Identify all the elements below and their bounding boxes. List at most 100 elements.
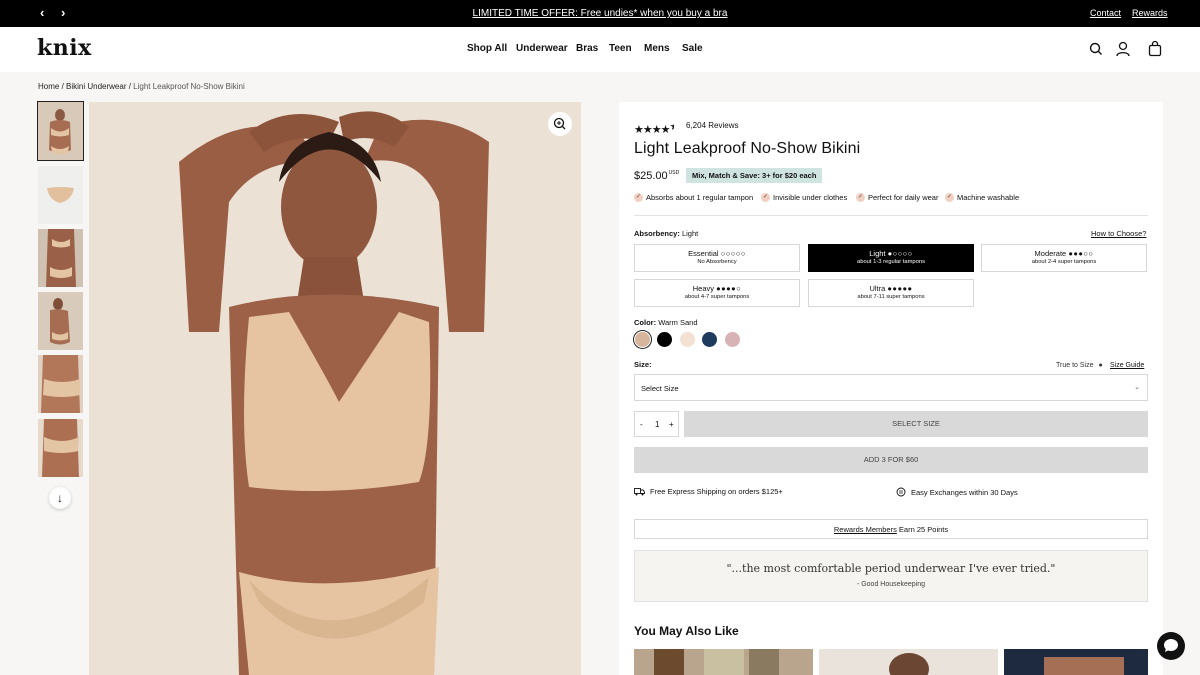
absorbency-option-light[interactable]: Light ●○○○○ about 1-3 regular tampons (808, 244, 974, 272)
quote-text: "...the most comfortable period underwea… (726, 562, 1056, 575)
color-swatch-black[interactable] (657, 332, 672, 347)
thumbnail-1[interactable] (37, 101, 84, 161)
thumbnail-4[interactable] (38, 292, 83, 350)
nav-teen[interactable]: Teen (609, 43, 632, 54)
add-3-button[interactable]: ADD 3 FOR $60 (634, 447, 1148, 473)
option-name: Light (869, 249, 886, 258)
chevron-down-icon: ⌄ (1134, 384, 1140, 391)
size-select-value: Select Size (641, 384, 679, 393)
rewards-members-link[interactable]: Rewards Members (834, 525, 897, 534)
rewards-banner: Rewards Members Earn 25 Points (634, 519, 1148, 539)
option-sub: No Absorbency (697, 259, 737, 265)
site-header: knix Shop All Underwear Bras Teen Mens S… (0, 27, 1200, 72)
exchange-info: Easy Exchanges within 30 Days (896, 487, 1018, 497)
color-swatch-warm-sand[interactable] (635, 332, 650, 347)
true-to-size-text: True to Size (1056, 362, 1094, 369)
option-name: Essential (688, 249, 719, 258)
product-title: Light Leakproof No-Show Bikini (634, 140, 861, 157)
how-to-choose-link[interactable]: How to Choose? (1091, 229, 1146, 238)
feature-item: ✓ Machine washable (945, 193, 1019, 202)
quantity-stepper: - 1 + (634, 411, 679, 437)
option-sub: about 2-4 super tampons (1031, 259, 1097, 265)
absorbency-label: Absorbency: Light (634, 229, 698, 238)
press-quote: "...the most comfortable period underwea… (634, 550, 1148, 602)
chat-button[interactable] (1157, 632, 1185, 660)
absorbency-option-moderate[interactable]: Moderate ●●●○○ about 2-4 super tampons (981, 244, 1147, 272)
nav-mens[interactable]: Mens (644, 43, 670, 54)
color-label-key: Color: (634, 318, 657, 327)
color-swatch-rose[interactable] (725, 332, 740, 347)
option-sub: about 4-7 super tampons (684, 294, 750, 300)
zoom-button[interactable] (548, 112, 572, 136)
feature-text: Machine washable (957, 193, 1020, 202)
drop-icons: ●○○○○ (887, 249, 913, 258)
account-icon[interactable] (1114, 40, 1132, 58)
nav-sale[interactable]: Sale (682, 43, 703, 54)
rewards-points-text: Earn 25 Points (896, 525, 949, 534)
absorbency-label-key: Absorbency: (634, 229, 680, 238)
promo-offer-link[interactable]: LIMITED TIME OFFER: Free undies* when yo… (0, 8, 1200, 19)
absorbency-option-essential[interactable]: Essential ○○○○○ No Absorbency (634, 244, 800, 272)
drop-icons: ●●●●○ (716, 284, 742, 293)
true-to-size: True to Size ● (1056, 362, 1103, 369)
rewards-link[interactable]: Rewards (1132, 8, 1168, 18)
shipping-info: Free Express Shipping on orders $125+ (634, 487, 783, 496)
promo-badge: Mix, Match & Save: 3+ for $20 each (686, 168, 823, 183)
absorbency-option-heavy[interactable]: Heavy ●●●●○ about 4-7 super tampons (634, 279, 800, 307)
search-icon[interactable] (1087, 40, 1105, 58)
arrow-down-icon[interactable]: ↓ (49, 487, 71, 509)
drop-icons: ●●●○○ (1068, 249, 1094, 258)
price-currency: USD (668, 170, 680, 176)
breadcrumb-home[interactable]: Home (38, 82, 59, 91)
drop-icons: ○○○○○ (720, 249, 746, 258)
option-name: Heavy (692, 284, 714, 293)
you-may-also-like-heading: You May Also Like (634, 624, 739, 638)
size-guide-link[interactable]: Size Guide (1110, 362, 1144, 369)
size-label: Size: (634, 360, 652, 369)
thumbnail-3[interactable] (38, 229, 83, 287)
price-value: $25.00 (634, 170, 668, 182)
nav-shop-all[interactable]: Shop All (467, 43, 507, 54)
thumbnail-6[interactable] (38, 419, 83, 477)
option-name: Ultra (869, 284, 886, 293)
zoom-in-icon (553, 117, 566, 130)
color-swatch-light[interactable] (680, 332, 695, 347)
feature-item: ✓ Invisible under clothes (761, 193, 847, 202)
recommended-product[interactable] (1004, 649, 1148, 675)
qty-value[interactable]: 1 (655, 420, 659, 429)
recommended-product[interactable] (819, 649, 998, 675)
option-name: Moderate (1034, 249, 1067, 258)
feature-item: ✓ Absorbs about 1 regular tampon (634, 193, 753, 202)
knix-logo[interactable]: knix (37, 35, 92, 61)
feature-text: Absorbs about 1 regular tampon (646, 193, 754, 202)
check-icon: ✓ (761, 193, 770, 202)
chat-bubble-icon (1164, 639, 1178, 652)
recommended-product[interactable] (634, 649, 813, 675)
size-select[interactable]: Select Size ⌄ (634, 374, 1148, 401)
qty-plus-button[interactable]: + (669, 420, 674, 429)
feature-text: Invisible under clothes (773, 193, 848, 202)
breadcrumb: Home / Bikini Underwear / Light Leakproo… (38, 82, 245, 91)
nav-underwear[interactable]: Underwear (516, 43, 568, 54)
drop-icons: ●●●●● (887, 284, 913, 293)
truck-icon (634, 488, 645, 496)
color-swatch-navy[interactable] (702, 332, 717, 347)
absorbency-option-ultra[interactable]: Ultra ●●●●● about 7-11 super tampons (808, 279, 974, 307)
select-size-button[interactable]: SELECT SIZE (684, 411, 1148, 437)
product-price: $25.00USD (634, 170, 679, 182)
bullet-icon: ● (1098, 362, 1103, 369)
main-product-image[interactable] (89, 102, 581, 675)
thumbnail-5[interactable] (38, 355, 83, 413)
thumbnail-2[interactable] (38, 166, 83, 224)
breadcrumb-separator: / (59, 82, 67, 91)
nav-bras[interactable]: Bras (576, 43, 598, 54)
breadcrumb-current: Light Leakproof No-Show Bikini (133, 82, 245, 91)
breadcrumb-category[interactable]: Bikini Underwear (66, 82, 126, 91)
check-icon: ✓ (856, 193, 865, 202)
cart-icon[interactable] (1146, 40, 1164, 58)
option-sub: about 7-11 super tampons (857, 294, 925, 300)
contact-link[interactable]: Contact (1090, 8, 1121, 18)
reviews-link[interactable]: 6,204 Reviews (686, 121, 738, 130)
qty-minus-button[interactable]: - (640, 420, 643, 429)
feature-text: Perfect for daily wear (868, 193, 939, 202)
